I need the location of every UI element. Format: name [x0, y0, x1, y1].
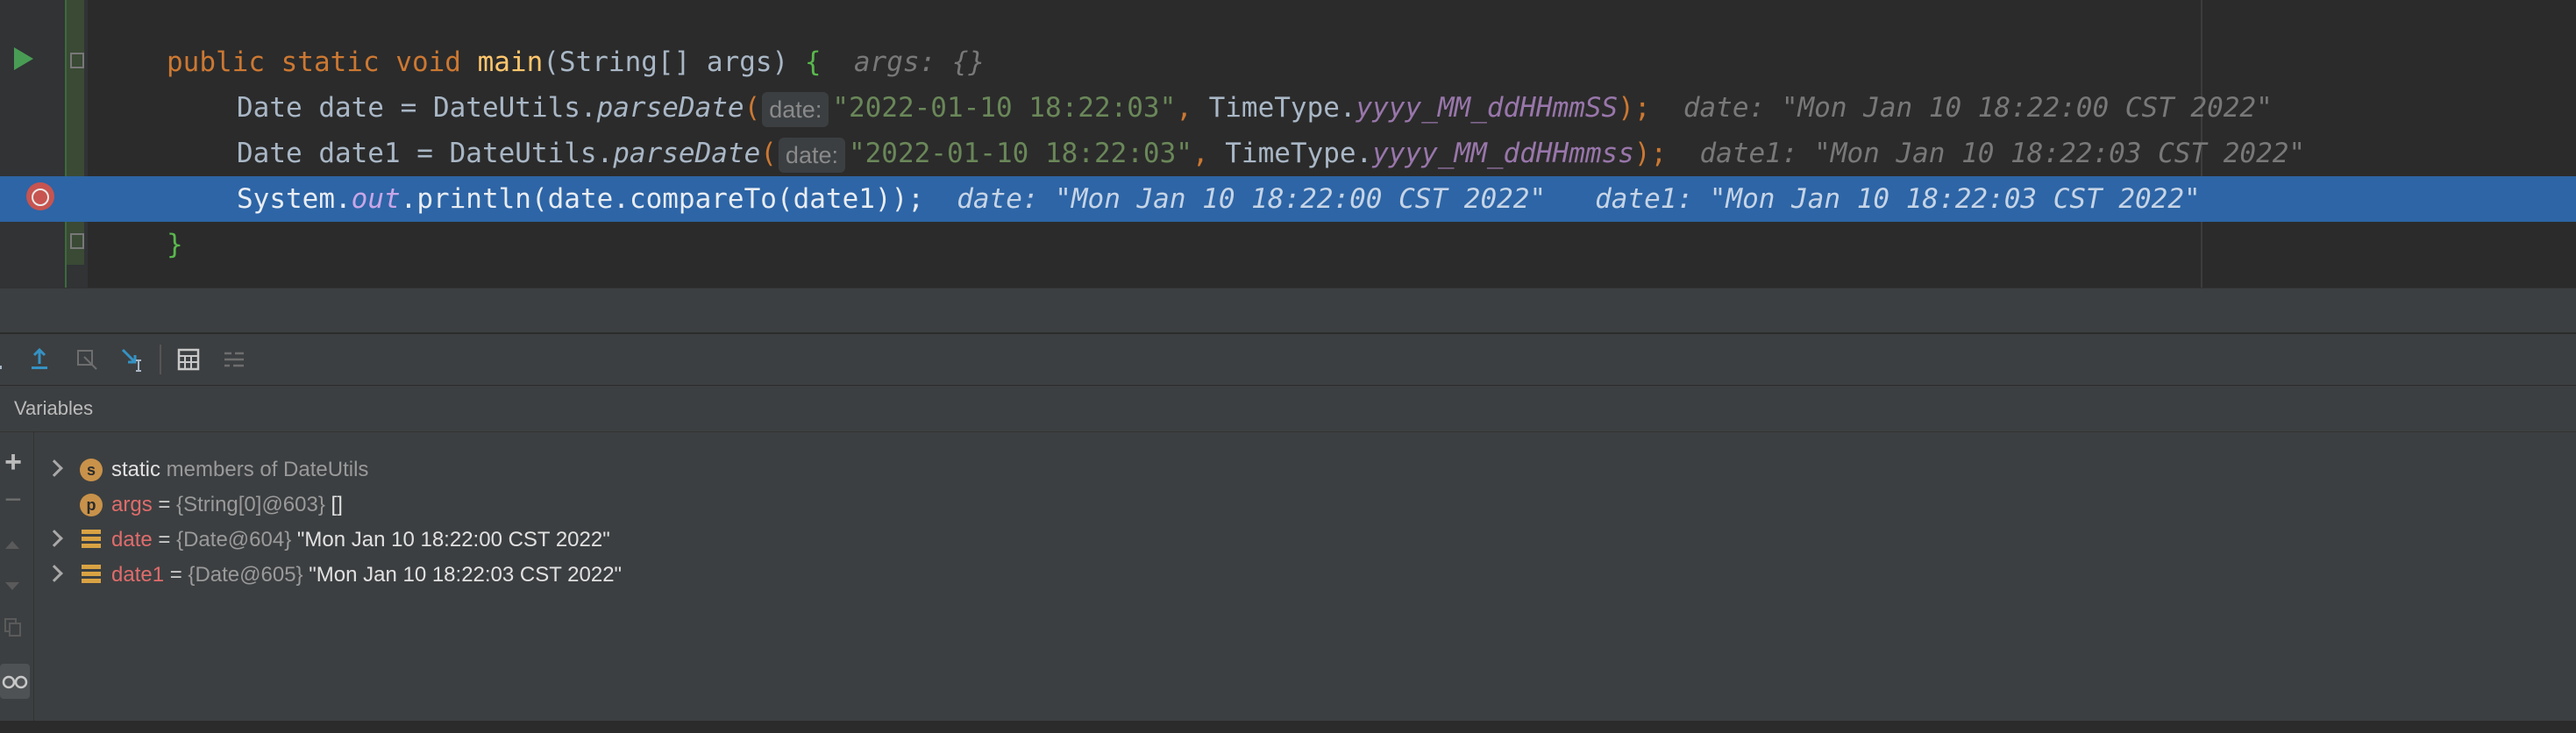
variable-type: {Date@605}	[188, 563, 303, 587]
current-execution-line[interactable]: System.out.println(date.compareTo(date1)…	[0, 176, 2576, 222]
glasses-icon	[2, 675, 28, 689]
inline-value-hint: args: {}	[853, 46, 986, 78]
debug-toolbar	[0, 333, 2576, 386]
statement-end: );	[1633, 138, 1668, 169]
equals-sign: =	[152, 493, 177, 516]
inline-value-hint: date: "Mon Jan 10 18:22:00 CST 2022"	[957, 183, 1547, 215]
variable-name: date1	[111, 563, 165, 587]
keyword: public static void	[167, 46, 478, 78]
field-icon	[82, 565, 101, 586]
code-line-1[interactable]: public static void main(String[] args) {…	[0, 39, 2576, 85]
variable-description: members of DateUtils	[160, 458, 369, 481]
variable-value: "Mon Jan 10 18:22:03 CST 2022"	[302, 563, 623, 587]
static-field: out	[351, 183, 401, 215]
evaluate-expression-icon[interactable]	[175, 346, 202, 373]
inline-value-hint: date1: "Mon Jan 10 18:22:03 CST 2022"	[1699, 138, 2306, 169]
tree-row-static-members[interactable]: s static members of DateUtils	[34, 452, 368, 487]
string-literal: "2022-01-10 18:22:03"	[848, 138, 1192, 169]
tree-row-args[interactable]: p args = {String[0]@603} []	[34, 487, 343, 523]
variable-name: args	[111, 493, 153, 516]
method-name: main	[477, 46, 544, 78]
equals-sign: =	[164, 563, 189, 587]
parameter-hint: date:	[762, 91, 829, 127]
code-text: Date date1 = DateUtils.	[237, 138, 614, 169]
enum-constant: yyyy_MM_ddHHmmss	[1372, 138, 1634, 169]
code-editor[interactable]: public static void main(String[] args) {…	[0, 0, 2576, 288]
breakpoint-verified-icon	[32, 189, 49, 206]
move-down-icon[interactable]	[3, 576, 22, 595]
toolbar-divider	[160, 345, 161, 374]
method-call: parseDate	[613, 138, 761, 169]
code-line-3[interactable]: Date date1 = DateUtils.parseDate(date: "2…	[0, 131, 2576, 176]
variables-side-toolbar: + −	[0, 432, 34, 721]
step-out-icon[interactable]	[26, 346, 53, 373]
move-up-icon[interactable]	[3, 536, 22, 555]
copy-icon[interactable]	[3, 616, 24, 637]
add-watch-icon[interactable]: +	[0, 447, 26, 477]
code-line-2[interactable]: Date date = DateUtils.parseDate(date: "20…	[0, 85, 2576, 131]
inline-value-hint: date1: "Mon Jan 10 18:22:03 CST 2022"	[1595, 183, 2201, 215]
code-text: .println(date.compareTo(date1));	[400, 183, 924, 215]
type-ref: TimeType.	[1208, 92, 1356, 124]
drop-frame-icon[interactable]	[74, 346, 100, 373]
static-icon: s	[80, 459, 103, 481]
enum-constant: yyyy_MM_ddHHmmSS	[1356, 92, 1619, 124]
code-text: Date date = DateUtils.	[237, 92, 597, 124]
paren: (	[760, 138, 777, 169]
run-to-cursor-icon[interactable]	[119, 346, 146, 373]
expand-chevron-icon[interactable]	[46, 530, 63, 547]
expand-chevron-icon[interactable]	[46, 565, 63, 582]
variables-title: Variables	[14, 397, 94, 419]
panel-splitter[interactable]	[0, 288, 2576, 332]
parameter-hint: date:	[778, 137, 845, 173]
close-brace: }	[167, 229, 183, 260]
tree-row-date1[interactable]: date1 = {Date@605} "Mon Jan 10 18:22:03 …	[34, 558, 622, 593]
type-ref: TimeType.	[1225, 138, 1373, 169]
variable-value: "Mon Jan 10 18:22:00 CST 2022"	[291, 528, 610, 552]
variable-name: static	[111, 458, 161, 481]
comma: ,	[1176, 92, 1209, 124]
variables-tree[interactable]: s static members of DateUtils p args = {…	[34, 432, 2576, 721]
variable-value: []	[324, 493, 343, 516]
inline-value-hint: date: "Mon Jan 10 18:22:00 CST 2022"	[1683, 92, 2273, 124]
code-text: System.	[237, 183, 352, 215]
trace-icon[interactable]	[221, 346, 247, 373]
code-line-5[interactable]: }	[0, 222, 2576, 267]
paren: (	[744, 92, 761, 124]
code-text: (String[] args)	[543, 46, 805, 78]
variable-type: {String[0]@603}	[176, 493, 325, 516]
open-brace: {	[804, 46, 822, 78]
string-literal: "2022-01-10 18:22:03"	[832, 92, 1177, 124]
remove-watch-icon[interactable]: −	[0, 485, 26, 515]
parameter-icon: p	[80, 494, 103, 516]
expand-chevron-icon[interactable]	[46, 459, 63, 477]
comma: ,	[1192, 138, 1226, 169]
equals-sign: =	[152, 528, 177, 552]
variables-panel-header: Variables	[0, 386, 2576, 432]
variable-type: {Date@604}	[176, 528, 292, 552]
field-icon	[82, 530, 101, 551]
variable-name: date	[111, 528, 153, 552]
statement-end: );	[1618, 92, 1651, 124]
glasses-toggle[interactable]	[0, 664, 30, 699]
method-call: parseDate	[596, 92, 744, 124]
step-over-icon[interactable]	[0, 346, 14, 373]
tree-row-date[interactable]: date = {Date@604} "Mon Jan 10 18:22:00 C…	[34, 523, 610, 558]
